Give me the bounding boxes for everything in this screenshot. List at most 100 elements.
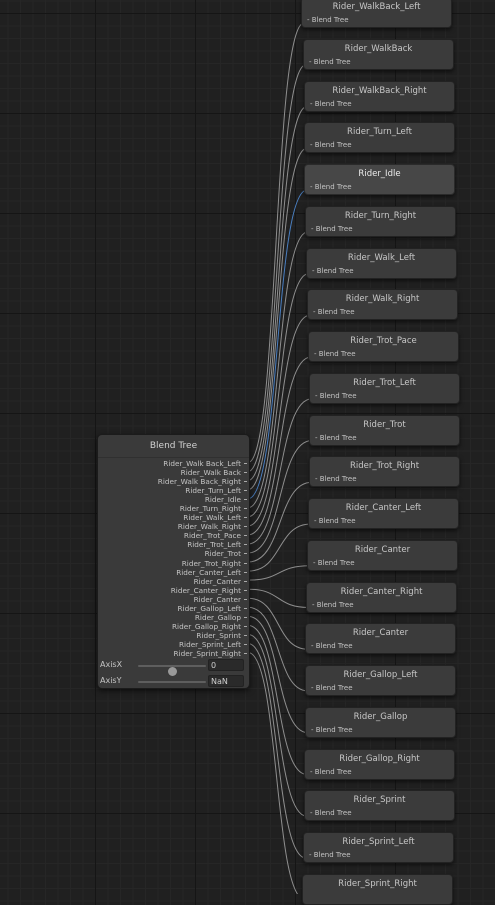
motion-node[interactable]: Rider_Gallop_Left - Blend Tree [305,665,456,696]
motion-node[interactable]: Rider_Canter - Blend Tree [305,623,456,655]
blend-tree-slot: Rider_Trot_Left [98,540,249,549]
blend-tree-slot-label: Rider_Gallop_Right [171,621,241,631]
output-port[interactable] [244,589,247,591]
connection-wire [247,523,312,572]
motion-node-subtitle: - Blend Tree [314,350,356,358]
motion-node-title: Rider_WalkBack [344,43,413,54]
axis-x-row: AxisX 0 [100,659,246,676]
output-port[interactable] [244,616,247,618]
motion-node-subtitle: - Blend Tree [309,851,351,859]
output-port[interactable] [244,580,247,582]
motion-node[interactable]: Rider_Trot_Pace - Blend Tree [308,331,459,362]
motion-node[interactable]: Rider_Sprint_Right [302,873,453,905]
connection-wire [247,189,308,500]
blend-tree-slot-label: Rider_Turn_Left [185,486,241,496]
output-port[interactable] [244,508,247,510]
motion-node-title: Rider_Sprint_Left [342,837,415,847]
blend-tree-slot: Rider_Canter_Left [98,568,249,577]
output-port[interactable] [244,571,247,573]
motion-node-title: Rider_Trot [363,419,406,430]
motion-node[interactable]: Rider_Gallop - Blend Tree [305,706,456,738]
axis-y-value-field[interactable]: NaN [208,675,244,687]
output-port[interactable] [244,517,247,519]
output-port[interactable] [244,553,247,555]
motion-node-subtitle: - Blend Tree [315,433,357,442]
motion-node[interactable]: Rider_WalkBack_Left - Blend Tree [301,0,452,28]
motion-node[interactable]: Rider_Walk_Left - Blend Tree [306,247,457,279]
motion-node[interactable]: Rider_Turn_Right - Blend Tree [305,205,456,237]
motion-node-subtitle: - Blend Tree [313,558,355,567]
output-port[interactable] [244,499,247,501]
blend-tree-motion-list: Rider_Walk Back_Left Rider_Walk Back Rider… [98,459,249,658]
output-port[interactable] [244,472,247,474]
motion-node[interactable]: Rider_Turn_Left - Blend Tree [304,122,455,154]
motion-node[interactable]: Rider_Walk_Right - Blend Tree [307,289,458,321]
motion-node-subtitle: - Blend Tree [310,183,352,191]
blend-tree-slot-label: Rider_Trot_Right [181,558,241,568]
output-port[interactable] [244,526,247,528]
connection-wire [247,615,309,734]
blend-tree-slot: Rider_Walk_Left [98,513,249,522]
motion-node-subtitle: - Blend Tree [310,809,352,818]
blend-tree-slot: Rider_Gallop_Right [98,622,249,631]
output-port[interactable] [244,598,247,600]
blend-tree-slot-label: Rider_Trot [204,549,241,559]
motion-node-title: Rider_Walk_Right [345,294,420,305]
motion-node[interactable]: Rider_Idle - Blend Tree [304,164,455,195]
connection-wire [247,597,309,650]
motion-node[interactable]: Rider_Canter_Right - Blend Tree [306,581,457,613]
blend-tree-slot-label: Rider_Canter_Left [176,567,241,577]
blend-tree-slot: Rider_Walk_Right [98,522,249,531]
blend-tree-slot-label: Rider_Walk_Left [183,513,241,523]
motion-node[interactable]: Rider_Trot - Blend Tree [309,414,460,446]
output-port[interactable] [244,535,247,537]
output-port[interactable] [244,481,247,483]
output-port[interactable] [244,562,247,564]
connection-wire [247,440,313,554]
output-port[interactable] [244,625,247,627]
output-port[interactable] [244,634,247,636]
axis-y-slider[interactable] [138,681,206,683]
blend-tree-slot: Rider_Trot [98,549,249,558]
motion-node[interactable]: Rider_Gallop_Right - Blend Tree [304,748,455,780]
output-port[interactable] [244,463,247,464]
blend-tree-slot-label: Rider_Canter [193,594,241,604]
motion-node-title: Rider_WalkBack_Left [332,2,421,12]
connection-wire [247,273,310,518]
motion-node-subtitle: - Blend Tree [307,16,349,24]
motion-node[interactable]: Rider_Canter - Blend Tree [307,539,458,571]
connection-wire [247,565,311,581]
output-port[interactable] [244,643,247,645]
animator-graph-canvas[interactable]: Blend Tree Rider_Walk Back_Left Rider_Wal… [0,0,495,905]
motion-node-title: Rider_Trot_Right [349,461,420,472]
motion-node[interactable]: Rider_Trot_Right - Blend Tree [309,456,460,488]
motion-node[interactable]: Rider_Trot_Left - Blend Tree [309,372,460,404]
motion-node-subtitle: - Blend Tree [315,391,357,400]
axis-x-value-field[interactable]: 0 [208,659,244,671]
blend-tree-node[interactable]: Blend Tree Rider_Walk Back_Left Rider_Wal… [97,434,250,689]
blend-tree-slot: Rider_Gallop [98,613,249,622]
motion-node[interactable]: Rider_Sprint - Blend Tree [304,790,455,822]
blend-tree-slot-label: Rider_Trot_Pace [183,531,241,541]
motion-node-subtitle: - Blend Tree [310,141,352,150]
motion-node[interactable]: Rider_Sprint_Left - Blend Tree [303,832,454,863]
output-port[interactable] [244,490,247,492]
motion-node-title: Rider_Gallop [353,711,408,722]
blend-tree-slot: Rider_Turn_Right [98,504,249,513]
motion-node[interactable]: Rider_Canter_Left - Blend Tree [308,498,459,529]
motion-node-title: Rider_WalkBack_Right [332,85,427,96]
connection-wire [247,652,299,894]
blend-tree-slot: Rider_Idle [98,495,249,504]
blend-tree-slot-label: Rider_Walk_Right [177,522,241,532]
blend-tree-slot-label: Rider_Idle [204,495,241,505]
blend-tree-slot-label: Rider_Sprint_Right [173,648,241,658]
motion-node[interactable]: Rider_WalkBack_Right - Blend Tree [304,80,455,112]
connection-wire [247,106,308,482]
output-port[interactable] [244,544,247,546]
output-port[interactable] [244,652,247,654]
blend-tree-slot-label: Rider_Walk Back [180,468,241,478]
blend-tree-slot-label: Rider_Canter_Right [170,585,241,595]
motion-node[interactable]: Rider_WalkBack - Blend Tree [303,38,454,70]
axis-x-slider[interactable] [138,665,206,676]
output-port[interactable] [244,607,247,609]
